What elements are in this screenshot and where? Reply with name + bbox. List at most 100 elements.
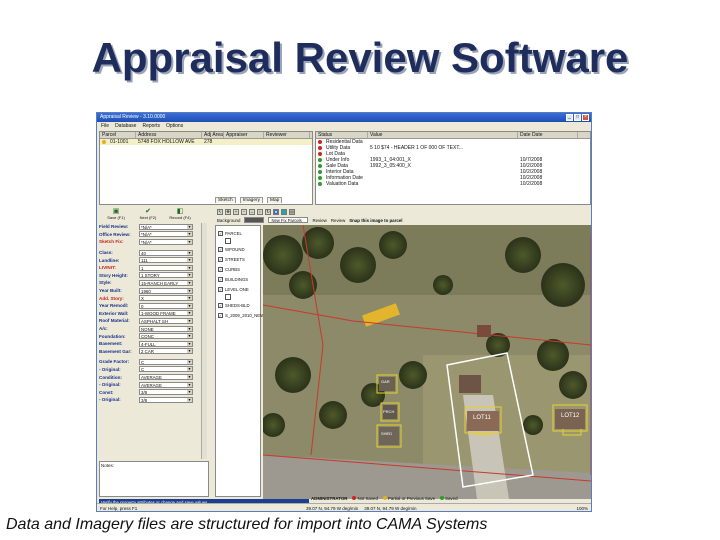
field-select[interactable]: C ▼: [139, 366, 193, 373]
col-header[interactable]: Appraiser: [224, 132, 264, 138]
identify-tool-icon[interactable]: i: [257, 208, 263, 215]
menu-file[interactable]: File: [101, 123, 109, 129]
chevron-down-icon[interactable]: ▼: [187, 375, 192, 380]
chevron-down-icon[interactable]: ▼: [187, 258, 192, 263]
status-row[interactable]: Valuation Data 10/2/2008: [316, 181, 590, 187]
background-slider[interactable]: [244, 217, 265, 223]
layer-checkbox[interactable]: ✓: [218, 230, 223, 236]
layer-item[interactable]: ✓ BUILDINGS: [218, 274, 258, 284]
chevron-down-icon[interactable]: ▼: [187, 382, 192, 387]
chevron-down-icon[interactable]: ▼: [187, 397, 192, 402]
field-select[interactable]: 3/8 ▼: [139, 389, 193, 396]
field-select[interactable]: ASPHALT SH ▼: [139, 317, 193, 324]
tab-imagery[interactable]: Imagery: [239, 197, 263, 203]
field-select[interactable]: 4-FULL ▼: [139, 340, 193, 347]
close-button[interactable]: ×: [582, 114, 589, 121]
chevron-down-icon[interactable]: ▼: [187, 390, 192, 395]
chevron-down-icon[interactable]: ▼: [187, 224, 192, 229]
chevron-down-icon[interactable]: ▼: [187, 349, 192, 354]
tab-sketch[interactable]: Sketch: [215, 197, 236, 203]
chevron-down-icon[interactable]: ▼: [187, 334, 192, 339]
chevron-down-icon[interactable]: ▼: [187, 273, 192, 278]
col-header[interactable]: Reviewer: [264, 132, 310, 138]
field-select[interactable]: CONC ▼: [139, 333, 193, 340]
field-select[interactable]: 1 STORY ▼: [139, 272, 193, 279]
layer-checkbox[interactable]: ✓: [218, 286, 223, 292]
measure-tool-icon[interactable]: ↔: [249, 208, 255, 215]
layer-item[interactable]: ✓ PARCEL: [218, 228, 258, 238]
field-select[interactable]: *N/A* ▼: [139, 223, 193, 230]
chevron-down-icon[interactable]: ▼: [187, 326, 192, 331]
tab-map[interactable]: Map: [267, 197, 283, 203]
col-header[interactable]: Parcel: [100, 132, 136, 138]
field-select[interactable]: 3/8 ▼: [139, 396, 193, 403]
field-select[interactable]: 1960 ▼: [139, 287, 193, 294]
layer-checkbox[interactable]: ✓: [218, 312, 223, 318]
next-button[interactable]: ✔ Next (F2): [133, 208, 163, 220]
layer-checkbox[interactable]: ✓: [218, 302, 223, 308]
globe-icon[interactable]: ●: [273, 208, 279, 215]
layer-color-icon[interactable]: [281, 208, 287, 215]
field-select[interactable]: 15-RANCH EARLY ▼: [139, 279, 193, 286]
chevron-down-icon[interactable]: ▼: [187, 359, 192, 364]
chevron-down-icon[interactable]: ▼: [187, 311, 192, 316]
layer-item[interactable]: ✓ SHEDS-BLD: [218, 300, 258, 310]
menu-options[interactable]: Options: [166, 123, 183, 129]
col-header[interactable]: Adj Area: [202, 132, 224, 138]
layer-item[interactable]: ✓ WPOUND: [218, 244, 258, 254]
col-header[interactable]: Address: [136, 132, 202, 138]
save-button[interactable]: ▣ Save (F1): [101, 208, 131, 220]
refresh-icon[interactable]: ↻: [265, 208, 271, 215]
chevron-down-icon[interactable]: ▼: [187, 288, 192, 293]
chevron-down-icon[interactable]: ▼: [187, 250, 192, 255]
field-select[interactable]: 1-WOOD FRAME ▼: [139, 310, 193, 317]
maximize-button[interactable]: □: [574, 114, 581, 121]
field-select[interactable]: AVERAGE ▼: [139, 381, 193, 388]
chevron-down-icon[interactable]: ▼: [187, 367, 192, 372]
layer-item[interactable]: ✓ S_2009_2010_NEW: [218, 310, 264, 320]
field-select[interactable]: 1 ▼: [139, 264, 193, 271]
form-scrollbar[interactable]: [201, 223, 207, 459]
field-select[interactable]: 0 ▼: [139, 302, 193, 309]
zoom-out-icon[interactable]: −: [241, 208, 247, 215]
select-tool-icon[interactable]: ↖: [217, 208, 223, 215]
zoom-in-icon[interactable]: +: [233, 208, 239, 215]
chevron-down-icon[interactable]: ▼: [187, 280, 192, 285]
notes-field[interactable]: Notes:: [99, 461, 209, 497]
field-select[interactable]: *N/A* ▼: [139, 231, 193, 238]
chevron-down-icon[interactable]: ▼: [187, 265, 192, 270]
layer-item[interactable]: ✓ CURBS: [218, 264, 258, 274]
aerial-map[interactable]: LOT11 LOT12 GAR PRCH SHED: [263, 225, 591, 499]
field-select[interactable]: 2 CAR ▼: [139, 348, 193, 355]
record-button[interactable]: ◧ Record (F4): [165, 208, 195, 220]
chevron-down-icon[interactable]: ▼: [187, 239, 192, 244]
chevron-down-icon[interactable]: ▼: [187, 296, 192, 301]
table-row[interactable]: 01-1001 5748 FOX HOLLOW AVE 278: [100, 139, 312, 145]
menu-database[interactable]: Database: [115, 123, 136, 129]
col-header[interactable]: Value: [368, 132, 518, 138]
layer-checkbox[interactable]: ✓: [218, 256, 223, 262]
review2-button[interactable]: Review: [331, 218, 345, 223]
pan-tool-icon[interactable]: ✥: [225, 208, 231, 215]
layer-checkbox[interactable]: ✓: [218, 246, 223, 252]
review-button[interactable]: Review: [312, 218, 326, 223]
field-select[interactable]: C ▼: [139, 358, 193, 365]
layer-item[interactable]: ✓ STREETS: [218, 254, 258, 264]
col-header[interactable]: Status: [316, 132, 368, 138]
chevron-down-icon[interactable]: ▼: [187, 303, 192, 308]
chevron-down-icon[interactable]: ▼: [187, 318, 192, 323]
print-icon[interactable]: ▤: [289, 208, 295, 215]
chevron-down-icon[interactable]: ▼: [187, 232, 192, 237]
field-select[interactable]: AVERAGE ▼: [139, 374, 193, 381]
layer-checkbox[interactable]: ✓: [218, 266, 223, 272]
field-select[interactable]: *N/A* ▼: [139, 238, 193, 245]
layer-item[interactable]: ✓ LEVEL ONE: [218, 284, 258, 294]
layer-select[interactable]: New Fix Parcels: [268, 217, 309, 223]
window-titlebar[interactable]: Appraisal Review - 3.10.0000 _ □ ×: [97, 113, 591, 122]
field-select[interactable]: X ▼: [139, 295, 193, 302]
field-select[interactable]: 40 ▼: [139, 249, 193, 256]
layer-checkbox[interactable]: ✓: [218, 276, 223, 282]
menu-reports[interactable]: Reports: [142, 123, 160, 129]
field-select[interactable]: NONE ▼: [139, 325, 193, 332]
col-header[interactable]: Date Date: [518, 132, 578, 138]
